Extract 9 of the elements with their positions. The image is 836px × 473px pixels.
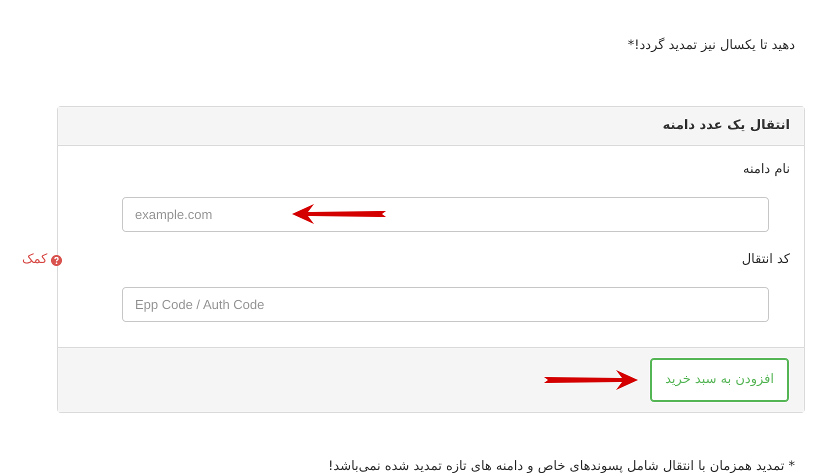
add-to-cart-button[interactable]: افزودن به سبد خرید — [650, 358, 789, 402]
text-input[interactable]: Epp Code / Auth Code — [122, 287, 769, 322]
footnote-text: * تمدید همزمان با انتقال شامل پسوندهای خاص و دامنه های تازه تمدید شده نمی‌باشد! — [328, 459, 795, 473]
text-input[interactable]: example.com — [122, 197, 769, 232]
field-label: کد انتقال — [742, 251, 790, 270]
help-link[interactable]: کمک — [22, 250, 62, 270]
note-text: دهید تا یکسال نیز تمدید گردد!* — [628, 38, 795, 53]
panel-title: انتقال یک عدد دامنه — [662, 117, 790, 136]
field-label: نام دامنه — [742, 161, 790, 180]
